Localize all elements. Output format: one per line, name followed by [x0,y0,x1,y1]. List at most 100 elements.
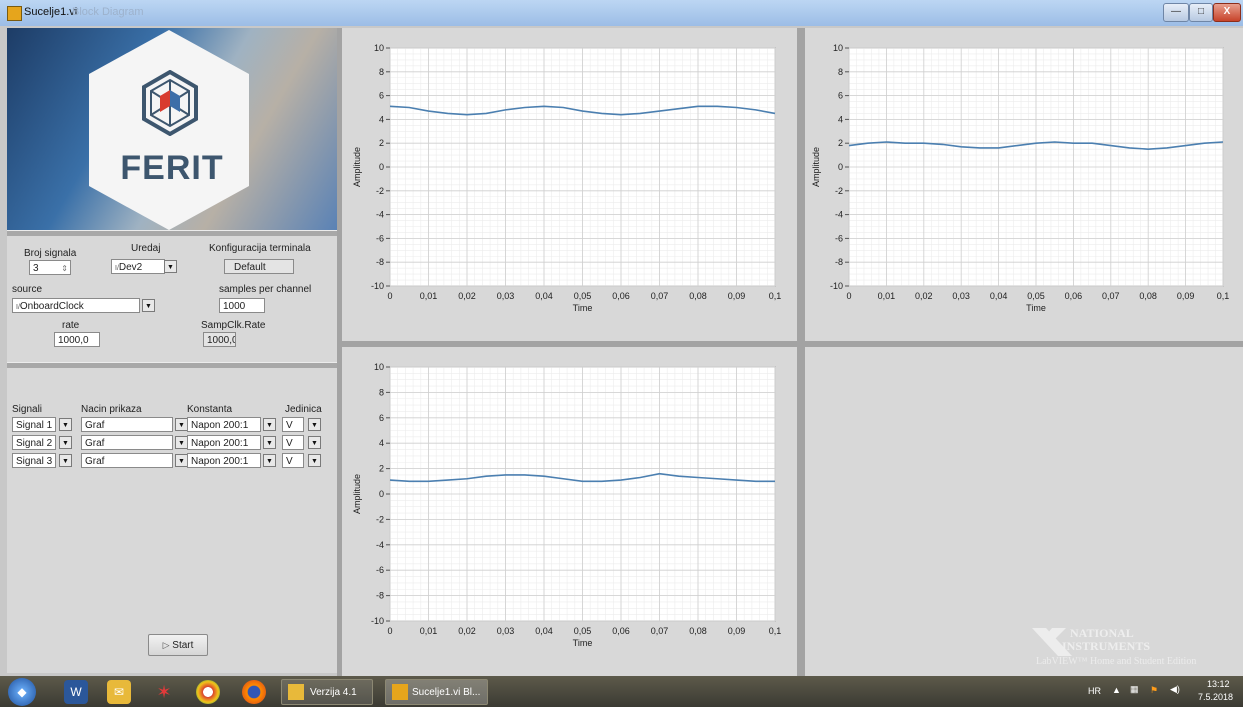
jedinica-select[interactable]: V [282,417,304,432]
jedinica-dropdown-arrow-icon[interactable]: ▼ [308,436,321,449]
plot-column-separator[interactable] [797,28,805,676]
sampclk-indicator: 1000,0 [203,332,236,347]
plot-svg: 0 0,01 0,02 0,03 0,04 0,05 0,06 0,07 0,08 0,09 0,1… [352,362,781,648]
y-tick-label: 10 [374,362,384,372]
rate-label: rate [62,320,80,331]
y-tick-label: 0 [838,162,843,172]
start-button[interactable]: ▷ Start [148,634,208,656]
folder-icon [288,684,304,701]
source-select[interactable]: I/OnboardClock [12,298,140,313]
x-tick-label: 0,04 [990,291,1008,301]
jedinica-select[interactable]: V [282,453,304,468]
tray-network-icon[interactable]: ▦ [1130,684,1139,695]
y-tick-label: -4 [376,210,384,220]
play-triangle-icon: ▷ [162,640,170,650]
chrome-icon[interactable] [196,680,220,704]
konstanta-dropdown-arrow-icon[interactable]: ▼ [263,436,276,449]
x-tick-label: 0,02 [458,626,476,636]
uredaj-dropdown-arrow-icon[interactable]: ▼ [164,260,177,273]
ni-line3: LabVIEW™ Home and Student Edition [1036,656,1197,667]
konstanta-select[interactable]: Napon 200:1 [187,417,261,432]
x-tick-label: 0,03 [497,626,515,636]
tray-volume-icon[interactable]: ◀) [1170,684,1180,695]
x-tick-label: 0,05 [1027,291,1045,301]
maximize-button[interactable]: □ [1189,3,1213,22]
y-tick-label: -4 [376,540,384,550]
jedinica-dropdown-arrow-icon[interactable]: ▼ [308,418,321,431]
x-tick-label: 0,07 [651,626,669,636]
close-button[interactable]: X [1213,3,1241,22]
plot-svg: 0 0,01 0,02 0,03 0,04 0,05 0,06 0,07 0,08 0,09 0,1… [352,43,781,313]
x-tick-label: 0,01 [420,626,438,636]
nacin-value: Graf [85,420,105,431]
labview-app-icon [7,6,22,21]
start-orb-icon[interactable]: ◆ [8,678,36,706]
x-tick-label: 0,08 [689,626,707,636]
x-tick-label: 0,02 [458,291,476,301]
y-tick-label: 6 [379,413,384,423]
tray-time[interactable]: 13:12 [1207,679,1230,689]
x-tick-label: 0,09 [1177,291,1195,301]
konstanta-value: Napon 200:1 [191,438,249,449]
y-tick-label: -10 [830,281,843,291]
nacin-select[interactable]: Graf [81,435,173,450]
y-tick-label: 8 [379,67,384,77]
y-tick-label: -8 [376,257,384,267]
konstanta-dropdown-arrow-icon[interactable]: ▼ [263,454,276,467]
konstanta-dropdown-arrow-icon[interactable]: ▼ [263,418,276,431]
samples-input[interactable]: 1000 [219,298,265,313]
uredaj-select[interactable]: I/Dev2 [111,259,165,274]
jedinica-header: Jedinica [285,404,322,415]
minimize-button[interactable]: — [1163,3,1189,22]
signal-select[interactable]: Signal 1 [12,417,56,432]
labview-icon [392,684,408,701]
start-button-label: Start [172,640,194,651]
tray-chevron-icon[interactable]: ▲ [1112,685,1121,695]
star-app-icon[interactable]: ✶ [152,680,176,704]
y-tick-label: -2 [835,186,843,196]
broj-signala-input[interactable]: 3 ⇕ [29,260,71,275]
y-tick-label: -6 [835,233,843,243]
y-tick-label: 8 [379,387,384,397]
y-tick-label: 10 [833,43,843,53]
waveform-graph-1[interactable]: 0 0,01 0,02 0,03 0,04 0,05 0,06 0,07 0,08 0,09 0,1… [342,28,797,341]
spinner-icon[interactable]: ⇕ [61,261,68,274]
jedinica-select[interactable]: V [282,435,304,450]
waveform-graph-3[interactable]: 0 0,01 0,02 0,03 0,04 0,05 0,06 0,07 0,08 0,09 0,1… [342,347,797,676]
jedinica-dropdown-arrow-icon[interactable]: ▼ [308,454,321,467]
nacin-value: Graf [85,456,105,467]
ferit-logo-icon [142,70,198,136]
x-tick-label: 0,06 [1065,291,1083,301]
rate-input[interactable]: 1000,0 [54,332,100,347]
tray-flag-icon[interactable]: ⚑ [1150,685,1158,696]
mail-folder-icon[interactable]: ✉ [107,680,131,704]
firefox-icon[interactable] [242,680,266,704]
window-title-bar[interactable]: Sucelje1.vi Block Diagram — □ X [0,0,1243,26]
signal-dropdown-arrow-icon[interactable]: ▼ [59,436,72,449]
ni-line2: INSTRUMENTS [1062,639,1151,653]
konstanta-select[interactable]: Napon 200:1 [187,435,261,450]
y-tick-label: 6 [379,91,384,101]
tray-date[interactable]: 7.5.2018 [1198,692,1233,702]
signal-dropdown-arrow-icon[interactable]: ▼ [59,418,72,431]
signal-value: Signal 1 [16,420,53,431]
signal-select[interactable]: Signal 3 [12,453,56,468]
tray-language[interactable]: HR [1088,686,1101,696]
jedinica-value: V [286,420,293,431]
taskbar-item-verzija[interactable]: Verzija 4.1 [281,679,373,705]
konstanta-select[interactable]: Napon 200:1 [187,453,261,468]
signal-dropdown-arrow-icon[interactable]: ▼ [59,454,72,467]
x-tick-label: 0,07 [651,291,669,301]
taskbar-item-label: Verzija 4.1 [310,687,357,698]
nacin-select[interactable]: Graf [81,417,173,432]
x-axis-label: Time [573,303,593,313]
waveform-graph-2[interactable]: 0 0,01 0,02 0,03 0,04 0,05 0,06 0,07 0,08 0,09 0,1… [805,28,1243,341]
y-tick-label: 0 [379,489,384,499]
y-tick-label: -8 [376,591,384,601]
signal-select[interactable]: Signal 2 [12,435,56,450]
source-dropdown-arrow-icon[interactable]: ▼ [142,299,155,312]
nacin-select[interactable]: Graf [81,453,173,468]
konfiguracija-value: Default [234,262,266,273]
taskbar-item-sucelje[interactable]: Sucelje1.vi Bl... [385,679,488,705]
word-icon[interactable]: W [64,680,88,704]
